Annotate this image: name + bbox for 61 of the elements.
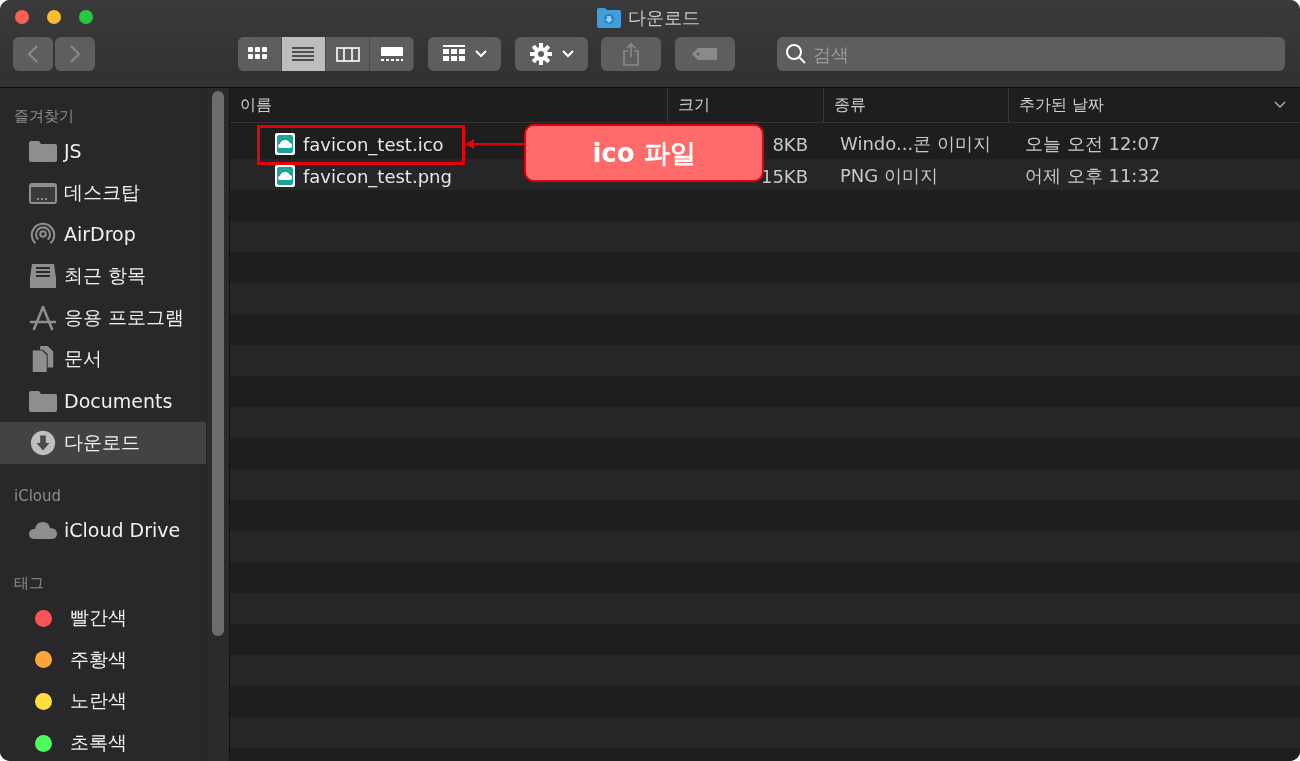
chevron-icon — [1274, 101, 1286, 109]
file-name[interactable]: favicon_test.ico — [303, 133, 444, 155]
chevron-left-icon — [27, 44, 39, 64]
window-control[interactable] — [15, 10, 29, 24]
section-heading: 태그 — [14, 573, 44, 593]
tag-icon — [691, 47, 719, 61]
window-control[interactable] — [47, 10, 61, 24]
chevron-icon — [474, 50, 487, 58]
sidebar-item[interactable]: AirDrop — [0, 213, 206, 256]
view-mode-icon — [291, 46, 316, 62]
search-field[interactable]: 검색 — [777, 37, 1285, 71]
column-header[interactable]: 종류 — [834, 94, 866, 116]
sidebar-item[interactable]: 최근 항목 — [0, 255, 206, 297]
file-icon — [275, 165, 295, 187]
callout: ico 파일 — [524, 124, 764, 182]
search-icon — [785, 43, 807, 65]
chevron-right-icon — [69, 44, 81, 64]
chevron-icon — [561, 50, 574, 58]
view-mode-icon — [335, 46, 360, 62]
sidebar-item[interactable]: 응용 프로그램 — [0, 296, 206, 339]
gear-icon — [529, 43, 552, 65]
sidebar-item[interactable]: 빨간색 — [0, 597, 206, 639]
sidebar-item[interactable]: JS — [0, 130, 206, 172]
sidebar-item[interactable]: 다운로드 — [0, 421, 206, 464]
view-mode-button[interactable] — [238, 37, 282, 71]
grid-icon — [442, 45, 465, 63]
group-button[interactable] — [428, 37, 501, 71]
sidebar-item[interactable]: Documents — [0, 380, 206, 422]
forward-button[interactable] — [55, 37, 95, 71]
window-control[interactable] — [79, 10, 93, 24]
section-heading: 즐겨찾기 — [14, 106, 74, 126]
arrow — [465, 138, 525, 150]
view-mode-icon — [379, 46, 404, 62]
scroll-thumb[interactable] — [212, 91, 224, 636]
file-type: Windo...콘 이미지 — [840, 132, 991, 156]
share-icon — [622, 42, 640, 66]
sidebar-item[interactable]: 문서 — [0, 338, 206, 381]
settings-button[interactable] — [515, 37, 588, 71]
sidebar-item[interactable]: 초록색 — [0, 722, 206, 761]
window-title: 다운로드 — [628, 6, 700, 30]
file-date: 어제 오후 11:32 — [1025, 164, 1161, 188]
column-header[interactable]: 이름 — [240, 94, 272, 116]
inbox-icon — [28, 261, 58, 290]
sidebar-item[interactable]: 노란색 — [0, 680, 206, 723]
scrollbar[interactable] — [206, 88, 230, 761]
sidebar-item[interactable]: iCloud Drive — [0, 509, 206, 552]
column-header[interactable]: 크기 — [678, 94, 710, 116]
download-icon — [28, 428, 58, 457]
file-icon — [275, 133, 295, 155]
file-date: 오늘 오전 12:07 — [1025, 132, 1161, 156]
sidebar-item[interactable]: 주황색 — [0, 638, 206, 681]
section-heading: iCloud — [14, 486, 61, 505]
view-mode-button[interactable] — [282, 37, 326, 71]
folder-icon — [596, 7, 622, 29]
app-store-icon — [28, 303, 58, 332]
sidebar-item[interactable]: 데스크탑 — [0, 171, 206, 214]
file-type: PNG 이미지 — [840, 164, 938, 188]
back-button[interactable] — [13, 37, 53, 71]
file-name[interactable]: favicon_test.png — [303, 165, 452, 187]
column-header[interactable]: 추가된 날짜 — [1019, 94, 1105, 116]
file-size: 8KB — [772, 133, 808, 155]
